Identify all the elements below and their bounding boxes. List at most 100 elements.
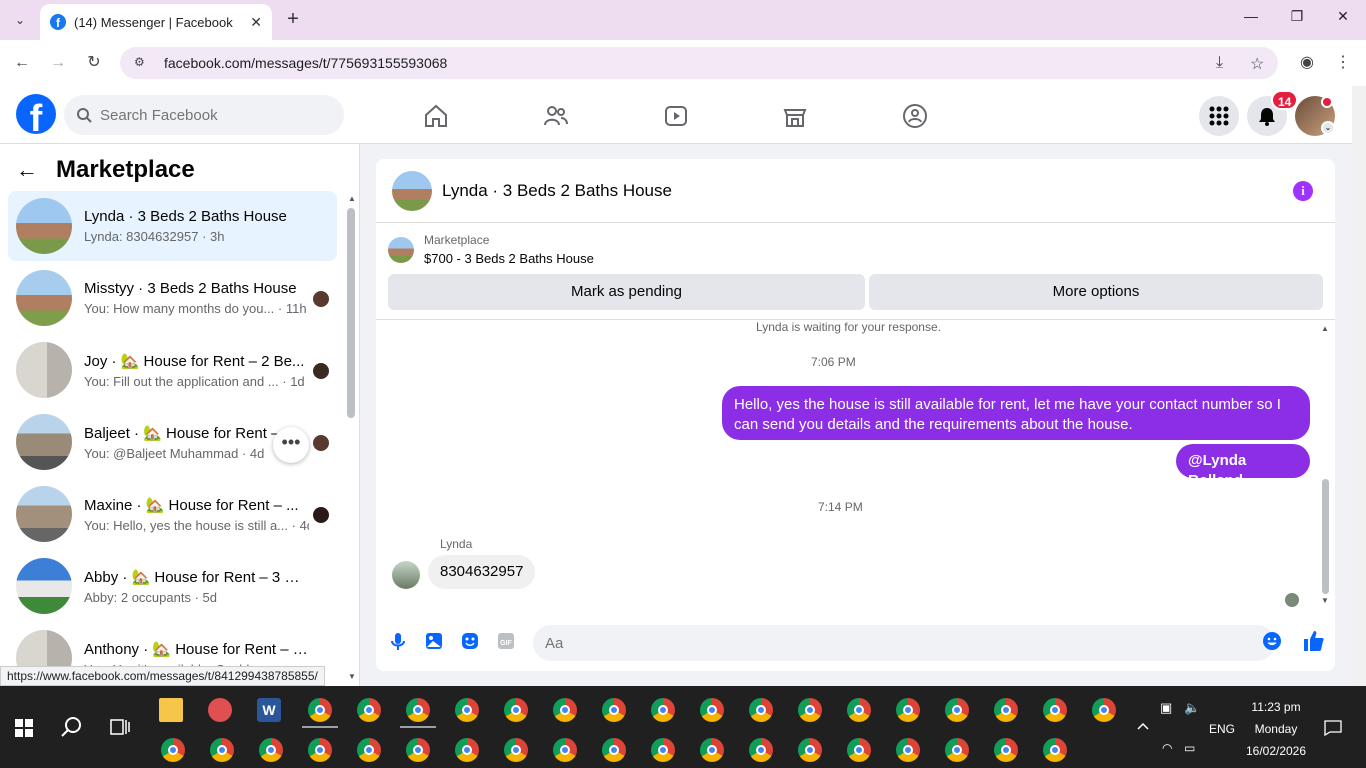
chrome-app-icon[interactable] xyxy=(847,738,871,762)
chrome-app-icon[interactable] xyxy=(455,698,479,722)
chrome-app-icon[interactable] xyxy=(455,738,479,762)
battery-icon[interactable]: ▭ xyxy=(1184,741,1195,755)
chrome-app-icon[interactable] xyxy=(798,698,822,722)
outgoing-mention[interactable]: @Lynda Rolland xyxy=(1176,444,1310,489)
search-input[interactable] xyxy=(100,106,320,124)
chat-scrollbar[interactable] xyxy=(1322,479,1329,594)
chrome-app-icon[interactable] xyxy=(259,738,283,762)
conversation-item[interactable]: Maxine · 🏡 House for Rent – ... You: Hell… xyxy=(8,479,337,549)
conversation-more-options-icon[interactable]: ••• xyxy=(273,427,309,463)
marketplace-listing[interactable]: Marketplace $700 - 3 Beds 2 Baths House xyxy=(388,233,594,266)
chrome-app-icon[interactable] xyxy=(994,698,1018,722)
microphone-icon[interactable] xyxy=(388,631,408,651)
chrome-app-icon[interactable] xyxy=(1043,698,1067,722)
incoming-message[interactable]: 8304632957 xyxy=(428,555,536,589)
chrome-app-icon[interactable] xyxy=(504,698,528,722)
file-explorer-icon[interactable] xyxy=(159,698,183,722)
chrome-app-icon[interactable] xyxy=(749,738,773,762)
marketplace-icon[interactable] xyxy=(781,102,809,130)
sidebar-scrollbar[interactable] xyxy=(347,208,355,418)
chrome-app-icon[interactable] xyxy=(1043,738,1067,762)
chrome-app-icon[interactable] xyxy=(553,738,577,762)
language-indicator[interactable]: ENG xyxy=(1209,722,1235,736)
wifi-icon[interactable]: ◠ xyxy=(1162,741,1172,755)
chrome-app-icon[interactable] xyxy=(651,698,675,722)
conversation-item[interactable]: Abby · 🏡 House for Rent – 3 Be... Abby: 2… xyxy=(8,551,337,621)
clock-day[interactable]: Monday xyxy=(1240,722,1312,736)
mark-as-pending-button[interactable]: Mark as pending xyxy=(388,274,865,310)
notification-center-icon[interactable] xyxy=(1324,720,1342,736)
back-arrow-icon[interactable]: ← xyxy=(16,157,38,183)
chrome-app-icon[interactable] xyxy=(847,698,871,722)
chrome-app-icon[interactable] xyxy=(749,698,773,722)
chrome-app-icon[interactable] xyxy=(406,698,430,722)
menu-grid-icon[interactable] xyxy=(1199,96,1239,136)
outgoing-message[interactable]: Hello, yes the house is still available … xyxy=(722,386,1310,440)
webcam-icon[interactable]: ▣ xyxy=(1160,700,1172,716)
chrome-app-icon[interactable] xyxy=(602,738,626,762)
chrome-app-icon[interactable] xyxy=(308,738,332,762)
back-arrow-icon[interactable]: ← xyxy=(11,52,33,74)
chrome-app-icon[interactable] xyxy=(700,738,724,762)
search-box[interactable] xyxy=(64,95,344,135)
windows-start-icon[interactable] xyxy=(14,718,34,738)
scroll-up-arrow[interactable]: ▲ xyxy=(348,194,356,203)
chrome-app-icon[interactable] xyxy=(504,738,528,762)
scroll-up-arrow[interactable]: ▲ xyxy=(1321,324,1329,333)
scroll-down-arrow[interactable]: ▼ xyxy=(348,672,356,681)
chrome-app-icon[interactable] xyxy=(896,738,920,762)
paint-app-icon[interactable] xyxy=(208,698,232,722)
chrome-app-icon[interactable] xyxy=(1092,698,1116,722)
menu-kebab-icon[interactable]: ⋮ xyxy=(1332,52,1354,74)
conversation-item[interactable]: Joy · 🏡 House for Rent – 2 Be... You: Fil… xyxy=(8,335,337,405)
facebook-logo-icon[interactable]: f xyxy=(16,94,56,134)
volume-icon[interactable]: 🔈 xyxy=(1184,700,1200,716)
chrome-app-icon[interactable] xyxy=(945,698,969,722)
chrome-app-icon[interactable] xyxy=(798,738,822,762)
thumbs-up-like-icon[interactable] xyxy=(1302,629,1326,653)
search-icon[interactable] xyxy=(61,716,83,738)
tray-chevron-up-icon[interactable] xyxy=(1137,722,1149,730)
chrome-app-icon[interactable] xyxy=(210,738,234,762)
conversation-item[interactable]: Lynda · 3 Beds 2 Baths House Lynda: 83046… xyxy=(8,191,337,261)
message-input[interactable] xyxy=(545,634,1225,652)
chrome-app-icon[interactable] xyxy=(357,738,381,762)
clock-date[interactable]: 16/02/2026 xyxy=(1240,744,1312,758)
reload-icon[interactable]: ↻ xyxy=(83,52,105,74)
task-view-icon[interactable] xyxy=(110,718,130,736)
install-app-icon[interactable]: ⤓ xyxy=(1216,54,1223,72)
account-chevron-down-icon[interactable]: ⌄ xyxy=(1321,121,1335,135)
chrome-app-icon[interactable] xyxy=(994,738,1018,762)
chrome-app-icon[interactable] xyxy=(406,738,430,762)
forward-arrow-icon[interactable]: → xyxy=(47,52,69,74)
tab-search-chevron-icon[interactable]: ⌄ xyxy=(8,8,32,32)
chat-thumbnail[interactable] xyxy=(392,170,432,211)
sticker-icon[interactable] xyxy=(460,631,480,651)
restore-icon[interactable]: ❐ xyxy=(1284,8,1310,32)
chrome-app-icon[interactable] xyxy=(161,738,185,762)
emoji-icon[interactable] xyxy=(1262,631,1282,651)
word-app-icon[interactable]: W xyxy=(257,698,281,722)
scroll-down-arrow[interactable]: ▼ xyxy=(1321,596,1329,605)
home-icon[interactable] xyxy=(422,102,450,130)
conversation-item[interactable]: Misstyy · 3 Beds 2 Baths House You: How m… xyxy=(8,263,337,333)
sender-avatar[interactable] xyxy=(392,561,420,589)
chrome-app-icon[interactable] xyxy=(357,698,381,722)
profile-icon[interactable]: ◉ xyxy=(1296,52,1318,74)
close-tab-icon[interactable]: ✕ xyxy=(250,14,262,31)
chrome-app-icon[interactable] xyxy=(945,738,969,762)
video-icon[interactable] xyxy=(662,102,690,130)
chrome-app-icon[interactable] xyxy=(308,698,332,722)
chrome-app-icon[interactable] xyxy=(553,698,577,722)
page-scrollbar[interactable] xyxy=(1352,86,1366,686)
gif-icon[interactable]: GIF xyxy=(496,631,516,651)
site-info-icon[interactable]: ⚙ xyxy=(134,55,150,71)
new-tab-plus-icon[interactable]: + xyxy=(282,8,304,30)
chrome-app-icon[interactable] xyxy=(651,738,675,762)
chrome-app-icon[interactable] xyxy=(700,698,724,722)
clock-time[interactable]: 11:23 pm xyxy=(1240,700,1312,714)
browser-tab-messenger[interactable]: f (14) Messenger | Facebook ✕ xyxy=(40,4,272,40)
chrome-app-icon[interactable] xyxy=(896,698,920,722)
close-window-icon[interactable]: ✕ xyxy=(1330,8,1356,32)
message-composer[interactable] xyxy=(533,625,1275,661)
